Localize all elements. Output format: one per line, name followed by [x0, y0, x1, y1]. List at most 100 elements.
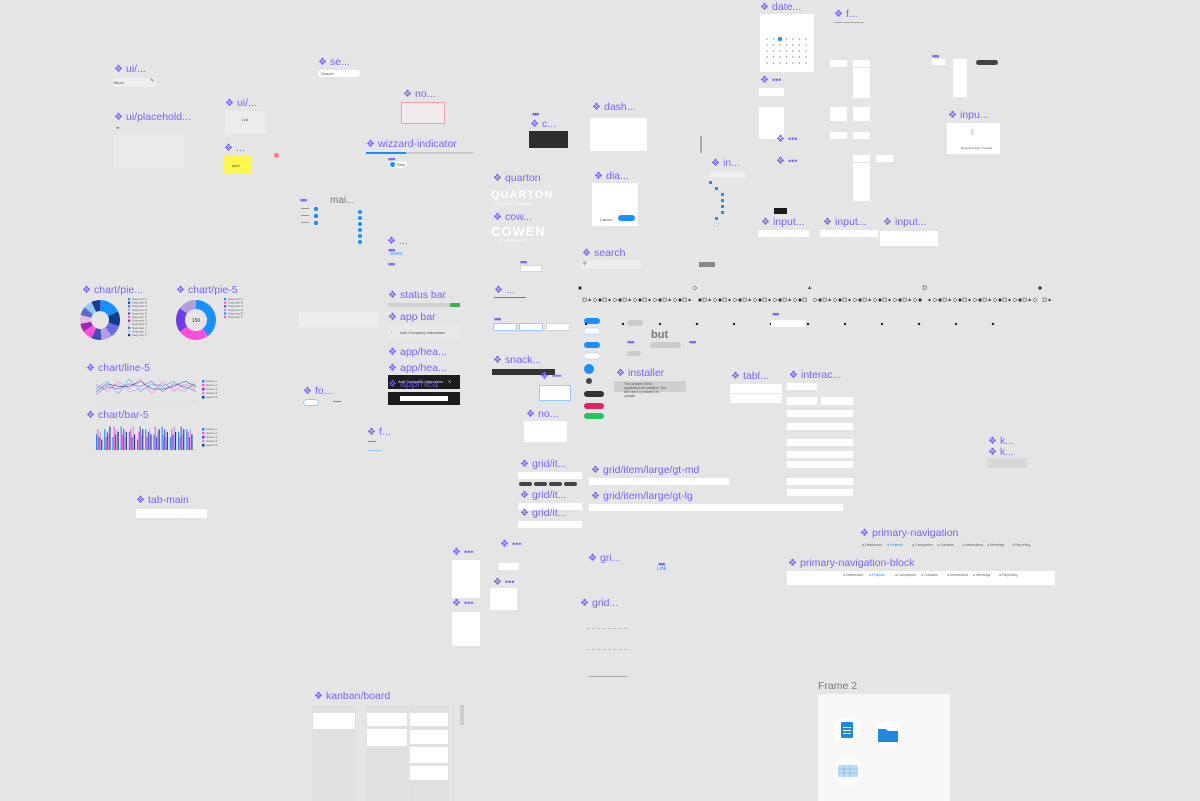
kanban-scroll[interactable] [460, 705, 464, 725]
dialog-cancel[interactable]: Cancel [600, 217, 612, 222]
grid-lg-row[interactable] [589, 504, 843, 511]
component-label[interactable]: ❖ no... [403, 88, 435, 101]
component-label[interactable]: ❖ app bar [388, 311, 436, 324]
nav-item[interactable]: ● Projects [869, 573, 885, 577]
component-label[interactable]: ❖ grid/item/large/gt-md [591, 464, 699, 477]
folder-icon[interactable] [874, 721, 902, 747]
small-dropdown[interactable] [771, 320, 805, 327]
component-label[interactable]: ❖ app/hea... [388, 346, 447, 359]
component-label[interactable]: ❖ ••• [776, 155, 797, 168]
component-label[interactable]: ❖ grid... [580, 597, 618, 610]
component-label[interactable]: ❖ grid/it... [520, 489, 566, 502]
nav-item[interactable]: ● Meetings [987, 543, 1004, 547]
component-label[interactable]: ❖ ••• [500, 538, 521, 551]
component-label[interactable]: ❖ status bar [388, 289, 446, 302]
back-icon[interactable]: ‹ [391, 330, 392, 335]
nav-item[interactable]: ● Dashboard [843, 573, 863, 577]
grid-md-row[interactable] [589, 478, 729, 485]
nav-item[interactable]: ● Interactions [947, 573, 968, 577]
app-header-search[interactable] [400, 396, 448, 401]
tree-search[interactable] [709, 172, 745, 178]
nav-item[interactable]: ● Contacts [921, 573, 938, 577]
chart-label[interactable]: ❖ chart/bar-5 [86, 409, 149, 422]
step-pill[interactable]: Step [389, 161, 407, 168]
input-field-a[interactable] [758, 230, 809, 237]
chip-2[interactable] [519, 323, 543, 331]
document-icon[interactable] [834, 717, 860, 743]
kanban-card[interactable] [410, 730, 448, 744]
small-slider[interactable] [699, 262, 715, 267]
nav-item[interactable]: ● Companies [912, 543, 933, 547]
component-label[interactable]: ❖ snack... [493, 354, 541, 367]
faded-input-frame[interactable] [299, 312, 378, 327]
component-label[interactable]: ❖ wizzard-indicator [366, 138, 457, 151]
chart-label[interactable]: ❖ chart/line-5 [86, 362, 150, 375]
component-label[interactable]: ❖ in... [711, 157, 740, 170]
mini-select[interactable] [932, 59, 945, 65]
component-label[interactable]: ❖ kanban/board [314, 690, 390, 703]
component-label[interactable]: ❖ input... [883, 216, 927, 229]
input-field-b[interactable] [820, 230, 878, 237]
component-label[interactable]: ❖ input... [823, 216, 867, 229]
component-label[interactable]: ❖ app/hea [388, 378, 438, 391]
nav-item[interactable]: ● Dashboard [862, 543, 882, 547]
component-label[interactable]: ❖... [224, 142, 245, 155]
dialog-confirm-button[interactable] [618, 215, 635, 221]
dialog-frame[interactable]: Cancel [592, 183, 638, 226]
select-field[interactable] [759, 88, 784, 96]
nav-item[interactable]: ● Reporting [999, 573, 1017, 577]
component-label[interactable]: ❖ inpu... [948, 109, 989, 122]
component-label[interactable]: ❖ dia... [594, 170, 629, 183]
tree-checkbox-list[interactable] [709, 180, 759, 230]
ui-placeholder-frame[interactable] [114, 135, 184, 168]
nav-item[interactable]: ● Companies [895, 573, 916, 577]
component-label[interactable]: ❖ ••• [760, 74, 781, 87]
component-label[interactable]: ❖ ui/... [114, 63, 146, 76]
component-label[interactable]: ❖ tab-main [136, 494, 189, 507]
gray-button-2[interactable] [650, 342, 681, 348]
component-label[interactable]: ❖ grid/item/large/gt-lg [591, 490, 693, 503]
kanban-card[interactable] [410, 747, 448, 763]
component-label[interactable]: ❖ interac... [789, 369, 841, 382]
checkbox-list-a[interactable] [452, 560, 480, 598]
component-label[interactable]: ❖ fo... [303, 385, 333, 398]
ui-list-frame[interactable]: List [225, 111, 266, 134]
chip-1[interactable] [493, 323, 517, 331]
kanban-card[interactable] [410, 766, 448, 780]
notification-frame[interactable] [401, 102, 445, 124]
component-label[interactable]: ❖ app/hea... [388, 362, 447, 375]
datepicker-frame[interactable] [760, 14, 814, 72]
component-label[interactable]: ❖ ••• [452, 546, 473, 559]
component-label[interactable]: ❖ primary-navigation [860, 527, 958, 540]
component-label[interactable]: ❖ installer [616, 367, 664, 380]
component-label[interactable]: ❖ no... [526, 408, 558, 421]
component-label[interactable]: ❖ se... [318, 56, 350, 69]
table-row[interactable] [730, 384, 782, 393]
component-label[interactable]: ❖ ••• [540, 370, 561, 383]
component-label[interactable]: ❖ primary-navigation-block [788, 557, 914, 570]
component-label[interactable]: ❖ input... [761, 216, 805, 229]
frame-2[interactable] [818, 694, 950, 801]
kanban-card[interactable] [410, 713, 448, 726]
alert-sticky[interactable]: alert [224, 155, 251, 174]
component-label[interactable]: ❖ tabl... [731, 370, 769, 383]
close-icon[interactable]: ✕ [448, 379, 451, 384]
component-label[interactable]: ❖ ••• [452, 597, 473, 610]
component-label[interactable]: ❖ ui/placehold... [114, 111, 191, 124]
nav-item[interactable]: ● Contacts [937, 543, 954, 547]
component-label[interactable]: ❖ f... [367, 426, 391, 439]
chip-3[interactable] [546, 323, 570, 331]
interaction-form[interactable] [787, 383, 857, 498]
grid-item-row-c[interactable] [518, 521, 582, 528]
tab-main-frame[interactable] [136, 509, 207, 518]
dropdown-menu[interactable] [490, 588, 517, 610]
component-label[interactable]: ❖ search [582, 247, 626, 260]
component-label[interactable]: ❖ quarton [493, 172, 541, 185]
ui-block-frame[interactable]: Block ✎ [113, 78, 156, 87]
nav-item[interactable]: ● Reporting [1012, 543, 1030, 547]
component-label[interactable]: ❖ cow... [493, 211, 532, 224]
frame-label[interactable]: Frame 2 [818, 680, 857, 692]
app-header-dark-2[interactable] [388, 392, 460, 405]
dark-chip[interactable] [774, 208, 787, 214]
form-pill[interactable] [303, 399, 319, 406]
